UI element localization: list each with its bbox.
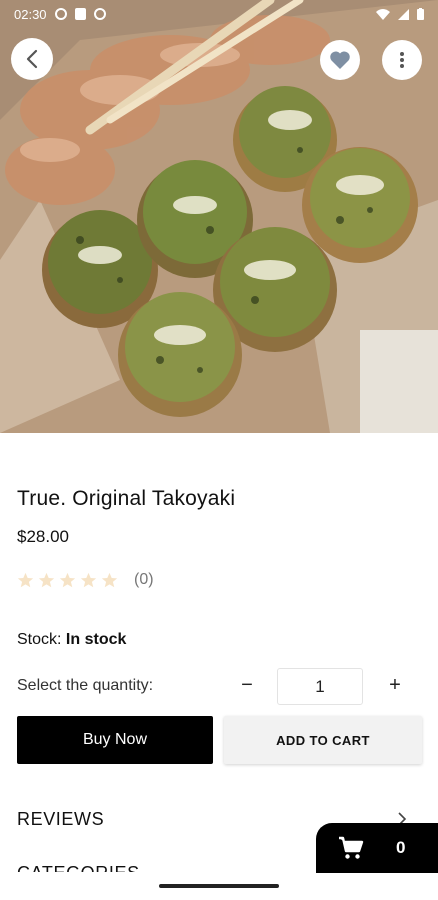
more-vertical-icon xyxy=(400,52,404,68)
more-options-button[interactable] xyxy=(382,40,422,80)
star-icon xyxy=(101,572,118,587)
cart-count: 0 xyxy=(396,838,406,857)
takoyaki-illustration xyxy=(0,0,438,433)
favorite-button[interactable] xyxy=(320,40,360,80)
signal-icon xyxy=(398,8,409,20)
rating: (0) xyxy=(17,571,154,589)
star-icon xyxy=(17,572,34,587)
stock-value: In stock xyxy=(65,631,127,648)
add-to-cart-button[interactable]: ADD TO CART xyxy=(224,716,422,764)
status-left: 02:30 xyxy=(14,7,106,22)
quantity-label: Select the quantity: xyxy=(17,677,154,694)
stock-status: Stock: In stock xyxy=(17,631,126,649)
cart-button[interactable]: 0 xyxy=(316,823,438,873)
status-time: 02:30 xyxy=(14,6,47,22)
notification-icon xyxy=(54,8,67,20)
status-right xyxy=(376,8,424,20)
wifi-icon xyxy=(376,8,390,20)
sim-icon xyxy=(74,8,86,20)
reviews-label: REVIEWS xyxy=(17,808,105,829)
status-bar: 02:30 xyxy=(0,0,438,28)
heart-icon xyxy=(330,51,350,69)
shopping-cart-icon xyxy=(339,836,364,859)
star-icon xyxy=(80,572,97,587)
product-image xyxy=(0,0,438,433)
stock-label: Stock: xyxy=(17,631,62,648)
quantity-increase-button[interactable]: + xyxy=(384,674,406,700)
rating-count: (0) xyxy=(134,571,154,588)
battery-icon xyxy=(417,8,424,20)
chevron-left-icon xyxy=(26,49,38,69)
categories-label[interactable]: CATEGORIES xyxy=(17,860,140,872)
product-price: $28.00 xyxy=(17,527,69,546)
gesture-nav-handle[interactable] xyxy=(159,884,279,888)
quantity-decrease-button[interactable]: − xyxy=(236,674,258,700)
buy-now-button[interactable]: Buy Now xyxy=(17,716,213,764)
quantity-input[interactable]: 1 xyxy=(277,668,363,705)
sync-icon xyxy=(93,8,106,20)
product-title: True. Original Takoyaki xyxy=(17,487,236,510)
star-icon xyxy=(59,572,76,587)
star-icon xyxy=(38,572,55,587)
back-button[interactable] xyxy=(11,38,53,80)
